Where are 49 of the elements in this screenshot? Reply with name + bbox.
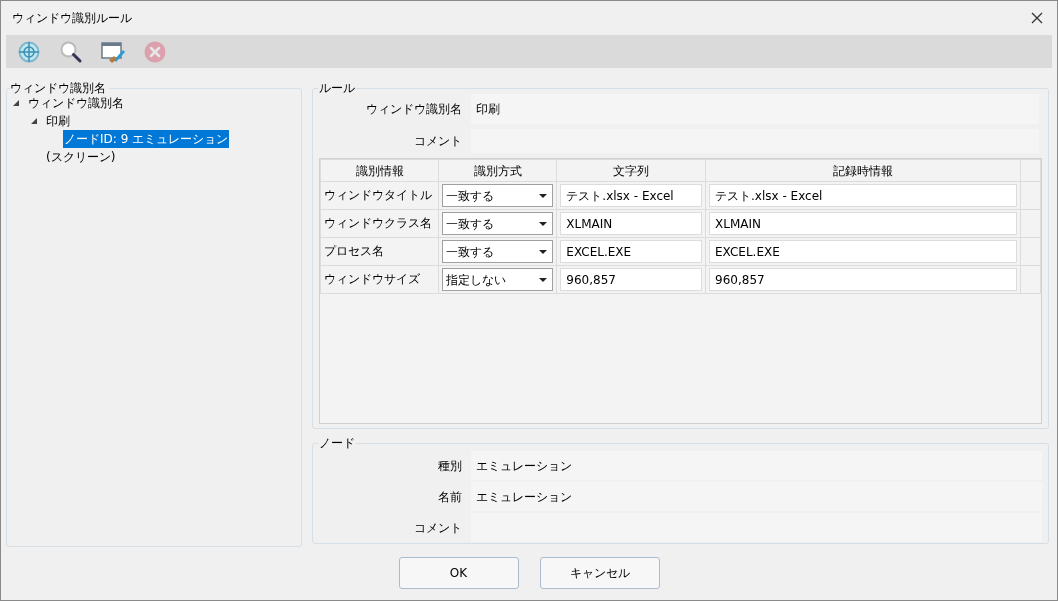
- group-label: ルール: [318, 81, 356, 95]
- text-field[interactable]: エミュレーション: [471, 482, 1042, 511]
- dropdown[interactable]: 一致する: [442, 240, 554, 263]
- dialog-button[interactable]: OK: [398, 556, 519, 589]
- text-field[interactable]: 960,857: [709, 268, 1018, 291]
- text-field[interactable]: XLMAIN: [560, 212, 703, 235]
- tree-item[interactable]: 印刷: [45, 112, 71, 130]
- column-header: 識別情報: [320, 159, 439, 182]
- tree-item[interactable]: ノードID: 9 エミュレーション: [63, 130, 230, 148]
- caret-icon: [539, 249, 548, 254]
- close-icon[interactable]: [1031, 12, 1043, 24]
- text-field[interactable]: EXCEL.EXE: [709, 240, 1018, 263]
- dropdown[interactable]: 一致する: [442, 184, 554, 207]
- text-field[interactable]: XLMAIN: [709, 212, 1018, 235]
- caret-icon: [539, 193, 548, 198]
- text-field[interactable]: EXCEL.EXE: [560, 240, 703, 263]
- field-label: 種別: [438, 457, 462, 475]
- column-header: 識別方式: [438, 159, 557, 182]
- caret-icon: [539, 277, 548, 282]
- table-cell: プロセス名: [320, 237, 439, 266]
- crosshair-icon[interactable]: [17, 39, 41, 64]
- window-title: ウィンドウ識別ルール: [12, 10, 132, 27]
- search-icon[interactable]: [59, 39, 83, 64]
- column-header: 文字列: [556, 159, 706, 182]
- dialog-button[interactable]: キャンセル: [539, 556, 660, 589]
- tree-item[interactable]: (スクリーン): [45, 148, 117, 166]
- dropdown[interactable]: 指定しない: [442, 268, 554, 291]
- column-header: 記録時情報: [705, 159, 1021, 182]
- collapse-arrow-icon[interactable]: [30, 117, 38, 125]
- text-field[interactable]: [471, 513, 1042, 542]
- collapse-arrow-icon[interactable]: [12, 99, 20, 107]
- window-brush-icon[interactable]: [101, 39, 125, 64]
- tree-item[interactable]: ウィンドウ識別名: [27, 94, 125, 112]
- field-label: ウィンドウ識別名: [366, 101, 462, 118]
- table-cell: ウィンドウクラス名: [320, 209, 439, 238]
- caret-icon: [539, 221, 548, 226]
- table-cell: ウィンドウタイトル: [320, 181, 439, 210]
- text-field[interactable]: テスト.xlsx - Excel: [709, 184, 1018, 207]
- text-field[interactable]: エミュレーション: [471, 451, 1042, 480]
- dropdown[interactable]: 一致する: [442, 212, 554, 235]
- text-field[interactable]: テスト.xlsx - Excel: [560, 184, 703, 207]
- group-label: ノード: [318, 436, 356, 450]
- field-label: 名前: [438, 488, 462, 506]
- text-field[interactable]: 印刷: [471, 94, 1039, 124]
- table-cell: ウィンドウサイズ: [320, 265, 439, 294]
- group-label: ウィンドウ識別名: [10, 81, 109, 95]
- field-label: コメント: [414, 133, 462, 150]
- field-label: コメント: [414, 519, 462, 537]
- text-field[interactable]: 960,857: [560, 268, 703, 291]
